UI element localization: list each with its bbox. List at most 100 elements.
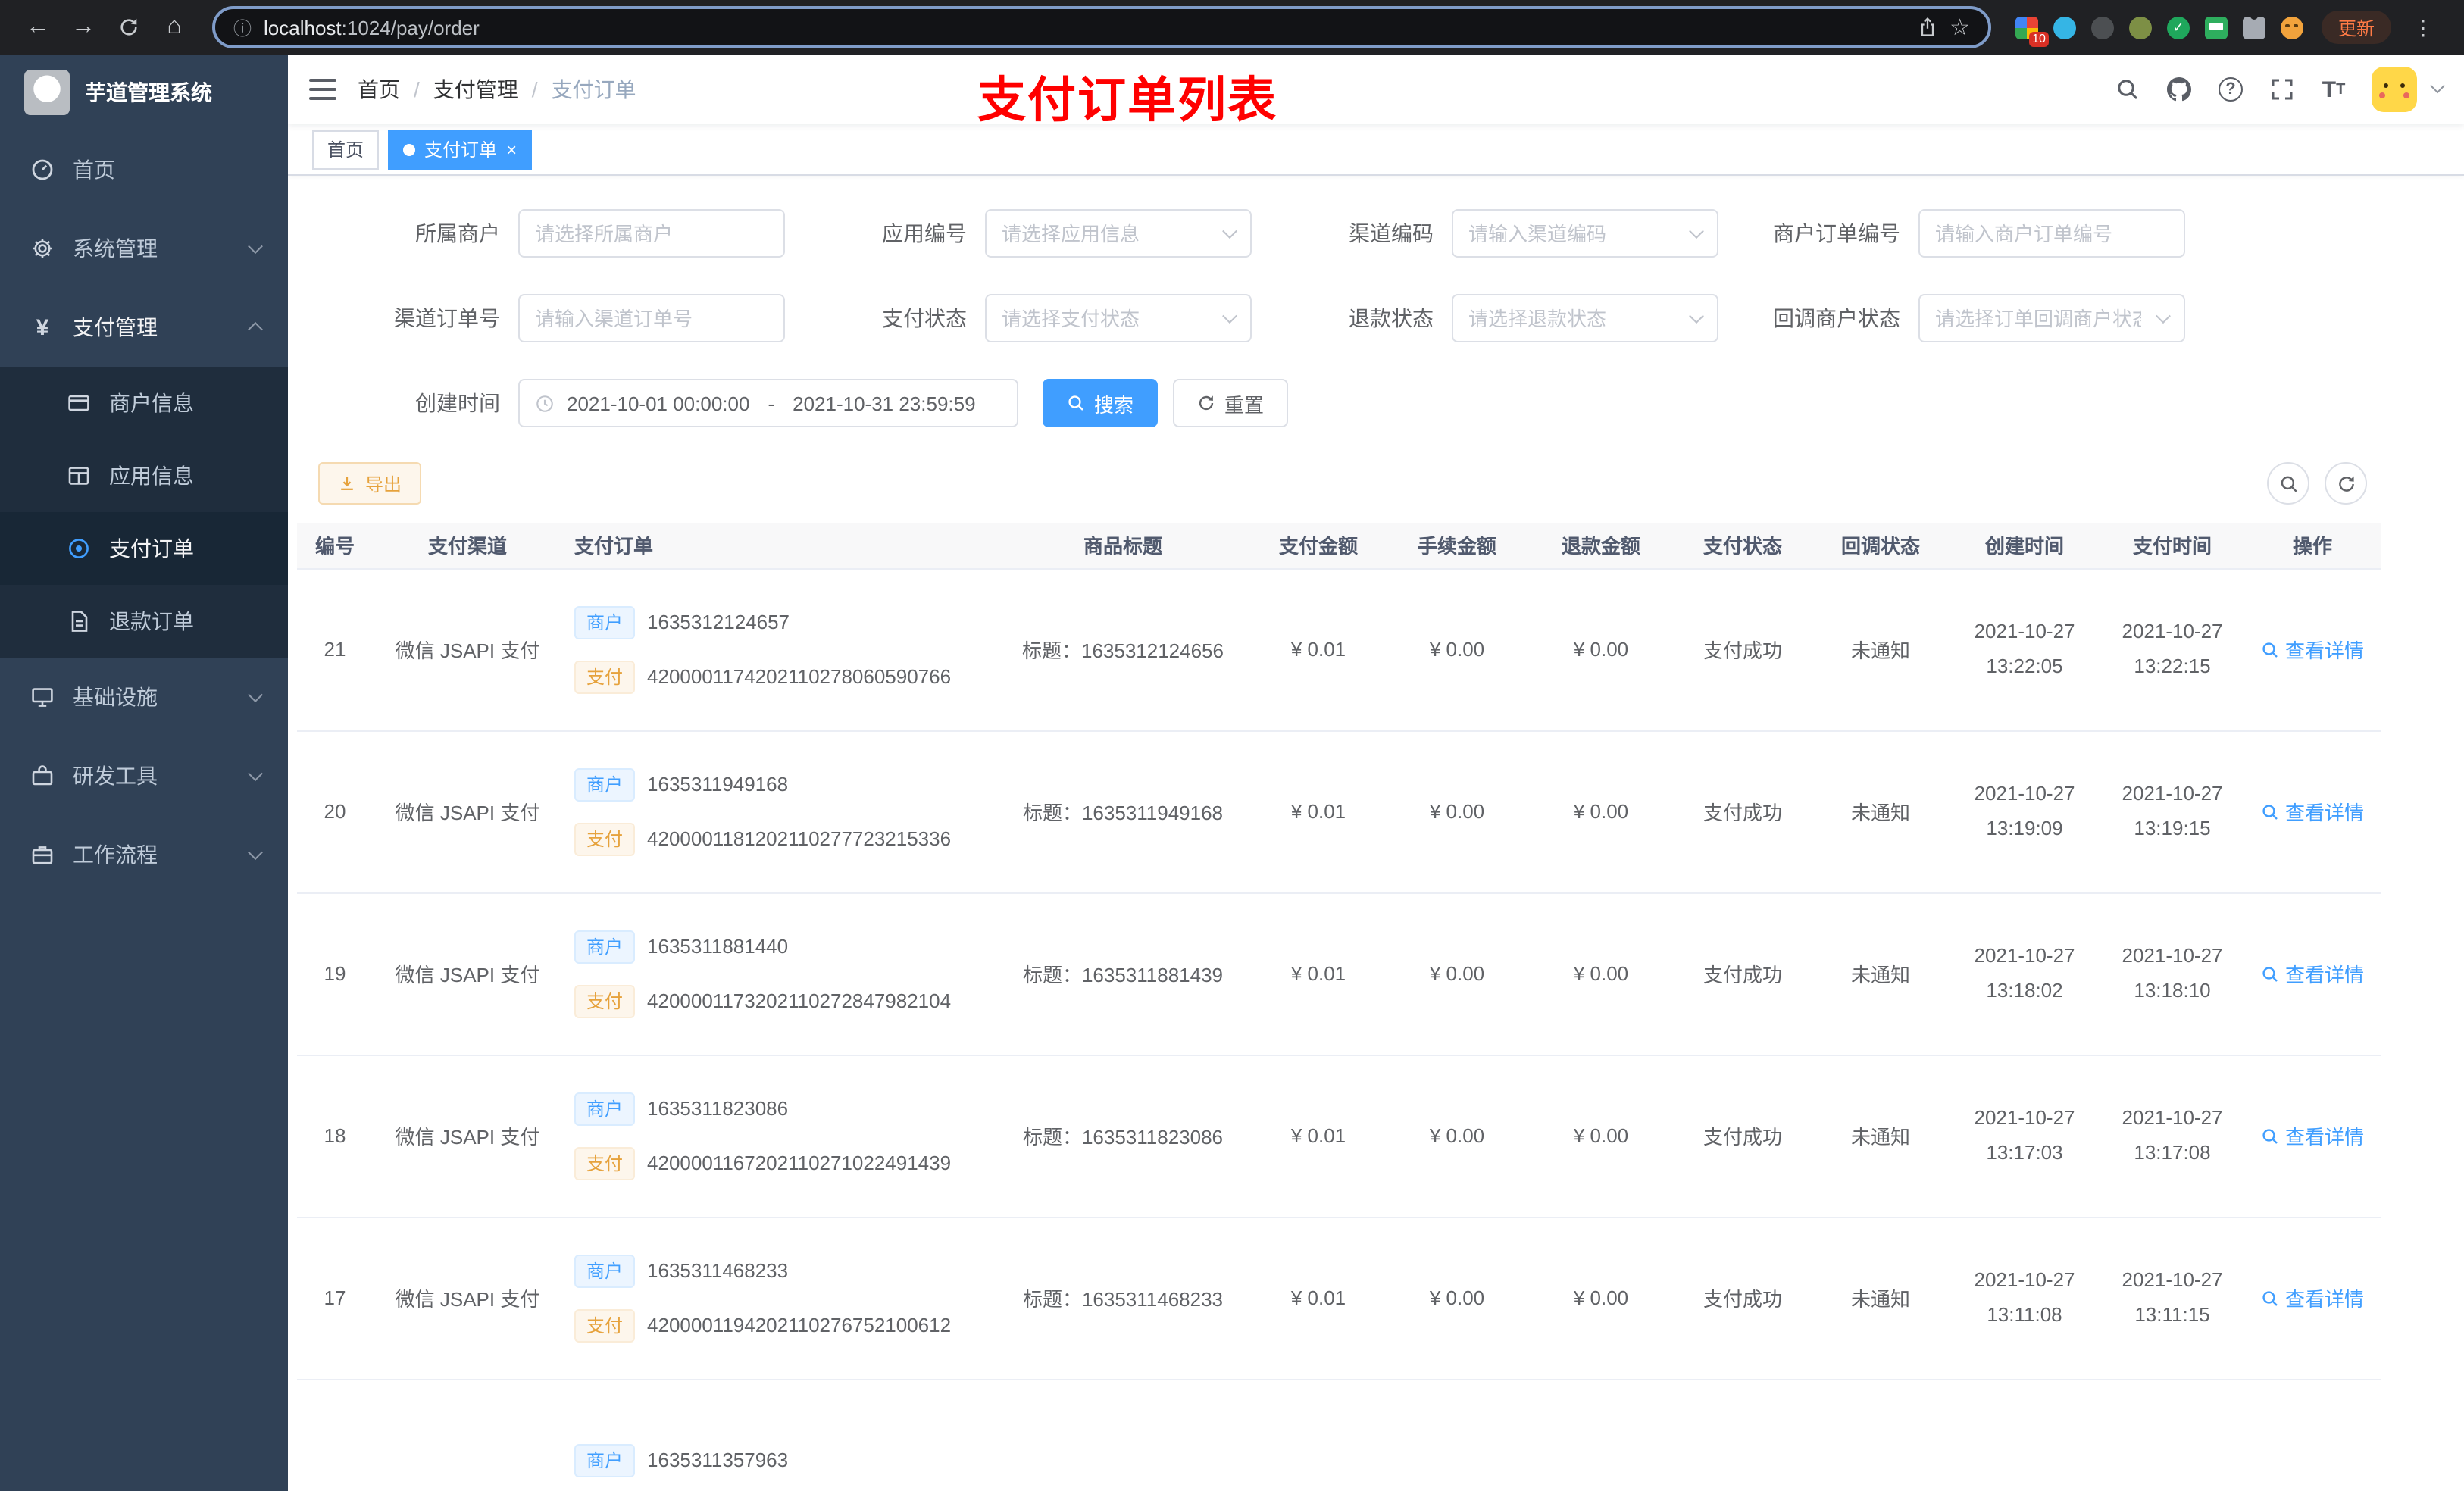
search-icon[interactable] xyxy=(2105,67,2150,112)
app-frame: 芋道管理系统 首页 系统管理 ¥ 支付管理 商户信息 应用信息 支付订单 退款订… xyxy=(0,55,2464,1491)
cell-pay-status: 支付成功 xyxy=(1673,730,1812,893)
extension-check-icon[interactable]: ✓ xyxy=(2166,16,2190,39)
merchant-order-no: 1635311468233 xyxy=(647,1259,789,1282)
browser-home-icon[interactable]: ⌂ xyxy=(155,8,194,47)
target-icon xyxy=(67,536,91,561)
refresh-button[interactable] xyxy=(2325,462,2367,505)
pay-status-select[interactable] xyxy=(985,294,1252,342)
sidebar-item-app-info[interactable]: 应用信息 xyxy=(0,439,288,512)
logo[interactable]: 芋道管理系统 xyxy=(0,55,288,130)
chevron-down-icon[interactable] xyxy=(2430,77,2445,93)
filter-label: 渠道编码 xyxy=(1349,221,1434,245)
cell-title: 标题：1635311823086 xyxy=(994,1055,1252,1217)
page-annotation: 支付订单列表 xyxy=(977,73,1278,127)
column-header: 回调状态 xyxy=(1812,523,1949,569)
cell-channel: 微信 JSAPI 支付 xyxy=(373,730,562,893)
extension-chat-icon[interactable] xyxy=(2204,16,2228,39)
filter-pay-status: 支付状态 xyxy=(785,294,1252,342)
help-icon[interactable]: ? xyxy=(2208,67,2253,112)
sidebar-item-refund-order[interactable]: 退款订单 xyxy=(0,585,288,658)
pay-tag: 支付 xyxy=(574,660,636,693)
tags-view: 首页 支付订单 × xyxy=(288,124,2464,176)
merchant-order-no: 1635311881440 xyxy=(647,935,789,958)
column-header: 支付订单 xyxy=(562,523,994,569)
view-detail-link[interactable]: 查看详情 xyxy=(2261,1283,2364,1312)
cell-order: 商户 1635311468233 支付 4200001194202110276752… xyxy=(562,1217,994,1380)
breadcrumb-payment[interactable]: 支付管理 xyxy=(433,74,518,105)
avatar[interactable] xyxy=(2372,67,2417,112)
filter-create-time: 创建时间 2021-10-01 00:00:00 - 2021-10-31 23… xyxy=(318,379,1289,427)
merchant-order-no: 1635312124657 xyxy=(647,611,790,633)
github-icon[interactable] xyxy=(2156,67,2202,112)
notify-status-select[interactable] xyxy=(1918,294,2185,342)
column-header: 商品标题 xyxy=(994,523,1252,569)
browser-reload-icon[interactable] xyxy=(109,8,149,47)
sidebar-item-merchant-info[interactable]: 商户信息 xyxy=(0,367,288,439)
view-detail-link[interactable]: 查看详情 xyxy=(2261,797,2364,826)
close-icon[interactable]: × xyxy=(506,140,517,158)
tab-pay-order[interactable]: 支付订单 × xyxy=(388,130,533,169)
page-info-icon[interactable]: ⓘ xyxy=(233,14,252,40)
sidebar-item-system[interactable]: 系统管理 xyxy=(0,209,288,288)
cell-pay-amount: ¥ 0.01 xyxy=(1252,730,1385,893)
cell-pay-amount: ¥ 0.01 xyxy=(1252,568,1385,731)
export-button-label: 导出 xyxy=(365,474,402,495)
cell-order: 商户 1635311881440 支付 4200001173202110272847… xyxy=(562,892,994,1055)
table-row: 18 微信 JSAPI 支付 商户 1635311823086 支付 4200001… xyxy=(297,1055,2381,1217)
hamburger-icon[interactable] xyxy=(309,79,336,100)
merchant-tag: 商户 xyxy=(574,767,636,801)
address-bar[interactable]: ⓘ localhost:1024/pay/order ☆ xyxy=(212,6,1991,48)
sidebar-item-workflow[interactable]: 工作流程 xyxy=(0,815,288,894)
merchant-tag: 商户 xyxy=(574,930,636,963)
font-size-icon[interactable]: TT xyxy=(2311,67,2356,112)
extension-dark-icon[interactable] xyxy=(2090,16,2114,39)
refund-status-select[interactable] xyxy=(1452,294,1718,342)
cell-actions: 查看详情 xyxy=(2244,568,2381,731)
cell-order: 商户 1635312124657 支付 4200001174202110278060… xyxy=(562,568,994,731)
breadcrumb-home[interactable]: 首页 xyxy=(358,74,400,105)
channel-order-no-input[interactable] xyxy=(518,294,785,342)
tab-home[interactable]: 首页 xyxy=(312,130,380,169)
cell-pay-amount: ¥ 0.01 xyxy=(1252,892,1385,1055)
cell-channel: 微信 JSAPI 支付 xyxy=(373,1055,562,1217)
sidebar-item-payment[interactable]: ¥ 支付管理 xyxy=(0,288,288,367)
date-range-picker[interactable]: 2021-10-01 00:00:00 - 2021-10-31 23:59:5… xyxy=(518,379,1018,427)
view-detail-link[interactable]: 查看详情 xyxy=(2261,1121,2364,1150)
browser-forward-icon[interactable]: → xyxy=(64,8,103,47)
sidebar-item-label: 退款订单 xyxy=(109,609,194,633)
toolbox-icon xyxy=(30,764,55,788)
app-select[interactable] xyxy=(985,209,1252,258)
sidebar-item-infra[interactable]: 基础设施 xyxy=(0,658,288,736)
extension-badge: 10 xyxy=(2029,31,2049,46)
show-search-toggle-button[interactable] xyxy=(2267,462,2309,505)
sidebar-item-home[interactable]: 首页 xyxy=(0,130,288,209)
merchant-input[interactable] xyxy=(518,209,785,258)
cell-channel: 微信 JSAPI 支付 xyxy=(373,892,562,1055)
extension-drop-icon[interactable] xyxy=(2053,16,2076,39)
browser-menu-icon[interactable]: ⋮ xyxy=(2406,14,2440,40)
view-detail-link[interactable]: 查看详情 xyxy=(2261,635,2364,664)
cell-refund-amount: ¥ 0.00 xyxy=(1529,892,1673,1055)
reset-button[interactable]: 重置 xyxy=(1173,379,1289,427)
search-button[interactable]: 搜索 xyxy=(1043,379,1159,427)
profile-emoji-icon[interactable] xyxy=(2280,16,2303,39)
cell-notify-status: 未通知 xyxy=(1812,1055,1949,1217)
sidebar-item-dev-tools[interactable]: 研发工具 xyxy=(0,736,288,815)
bookmark-star-icon[interactable]: ☆ xyxy=(1950,14,1970,41)
reset-button-label: 重置 xyxy=(1224,393,1265,416)
view-detail-link[interactable]: 查看详情 xyxy=(2261,959,2364,988)
share-icon[interactable] xyxy=(1916,17,1937,38)
browser-back-icon[interactable]: ← xyxy=(18,8,58,47)
fullscreen-icon[interactable] xyxy=(2259,67,2305,112)
channel-code-select[interactable] xyxy=(1452,209,1718,258)
export-button[interactable]: 导出 xyxy=(318,462,422,505)
extensions-puzzle-icon[interactable] xyxy=(2242,11,2265,39)
pay-tag: 支付 xyxy=(574,984,636,1017)
extension-olive-icon[interactable] xyxy=(2128,16,2152,39)
sidebar-item-label: 应用信息 xyxy=(109,464,194,488)
breadcrumb-separator: / xyxy=(531,77,538,102)
merchant-order-no-input[interactable] xyxy=(1918,209,2185,258)
extension-colorful-icon[interactable]: 10 xyxy=(2015,16,2049,46)
browser-update-button[interactable]: 更新 xyxy=(2321,11,2391,44)
sidebar-item-pay-order[interactable]: 支付订单 xyxy=(0,512,288,585)
